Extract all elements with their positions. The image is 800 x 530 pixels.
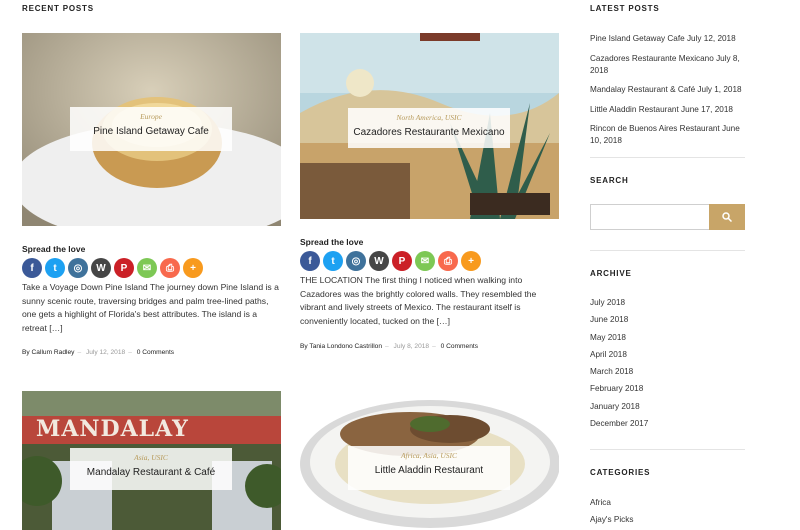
post-1-author[interactable]: Callum Radley xyxy=(32,349,75,356)
post-1-date: July 12, 2018 xyxy=(85,349,126,356)
post-3-title-box: Asia, USIC Mandalay Restaurant & Café xyxy=(70,448,232,490)
post-3-sign-text: MANDALAY xyxy=(36,416,189,442)
print-icon[interactable]: ⎙ xyxy=(160,258,180,278)
post-1-comments[interactable]: 0 Comments xyxy=(137,349,174,356)
post-2-image[interactable]: North America, USIC Cazadores Restaurant… xyxy=(300,33,559,219)
post-2-title[interactable]: Cazadores Restaurante Mexicano xyxy=(348,127,510,138)
post-2-author[interactable]: Tania Londono Castrillon xyxy=(309,343,382,350)
print-icon[interactable]: ⎙ xyxy=(438,251,458,271)
post-3-title[interactable]: Mandalay Restaurant & Café xyxy=(70,467,232,478)
archive-link[interactable]: March 2018 xyxy=(590,367,633,376)
latest-post-title[interactable]: Cazadores Restaurante Mexicano xyxy=(590,54,714,63)
post-2-meta: By Tania Londono Castrillon – July 8, 201… xyxy=(300,343,478,350)
latest-post-item[interactable]: Rincon de Buenos Aires Restaurant June 1… xyxy=(590,123,750,147)
post-2-comments[interactable]: 0 Comments xyxy=(441,343,478,350)
search-button[interactable] xyxy=(709,204,745,230)
by-label: By xyxy=(22,349,30,356)
post-2-share-row: f t ◎ W P ✉ ⎙ + xyxy=(300,251,481,271)
archive-link[interactable]: January 2018 xyxy=(590,402,640,411)
latest-posts-heading: LATEST POSTS xyxy=(590,4,660,13)
archive-link[interactable]: June 2018 xyxy=(590,315,628,324)
latest-post-item[interactable]: Cazadores Restaurante Mexicano July 8, 2… xyxy=(590,53,750,77)
post-2-excerpt: THE LOCATION The first thing I noticed w… xyxy=(300,275,537,326)
post-4-title-box: Africa, Asia, USIC Little Aladdin Restau… xyxy=(348,446,510,490)
twitter-icon[interactable]: t xyxy=(45,258,65,278)
latest-post-title[interactable]: Little Aladdin Restaurant xyxy=(590,105,679,114)
more-icon[interactable]: + xyxy=(183,258,203,278)
search-input[interactable] xyxy=(590,204,710,230)
by-label: By xyxy=(300,343,308,350)
sidebar-divider xyxy=(590,157,745,158)
post-1-spread-label: Spread the love xyxy=(22,244,86,254)
post-1-excerpt: Take a Voyage Down Pine Island The journ… xyxy=(22,282,279,333)
latest-post-date: June 17, 2018 xyxy=(681,105,733,114)
archive-link[interactable]: April 2018 xyxy=(590,350,627,359)
post-1-image[interactable]: Europe Pine Island Getaway Cafe xyxy=(22,33,281,226)
latest-post-item[interactable]: Little Aladdin Restaurant June 17, 2018 xyxy=(590,104,750,116)
latest-post-item[interactable]: Mandalay Restaurant & Café July 1, 2018 xyxy=(590,84,750,96)
latest-posts-list: Pine Island Getaway Cafe July 12, 2018 C… xyxy=(590,33,750,147)
more-icon[interactable]: + xyxy=(461,251,481,271)
post-1-title-box: Europe Pine Island Getaway Cafe xyxy=(70,107,232,151)
twitter-icon[interactable]: t xyxy=(323,251,343,271)
archive-link[interactable]: May 2018 xyxy=(590,333,626,342)
pinterest-icon[interactable]: P xyxy=(392,251,412,271)
email-icon[interactable]: ✉ xyxy=(415,251,435,271)
wordpress-icon[interactable]: W xyxy=(91,258,111,278)
archive-heading: ARCHIVE xyxy=(590,269,632,278)
sidebar-divider xyxy=(590,250,745,251)
post-2-title-box: North America, USIC Cazadores Restaurant… xyxy=(348,108,510,148)
post-4-title[interactable]: Little Aladdin Restaurant xyxy=(348,465,510,476)
email-icon[interactable]: ✉ xyxy=(137,258,157,278)
latest-post-date: July 1, 2018 xyxy=(697,85,742,94)
latest-post-item[interactable]: Pine Island Getaway Cafe July 12, 2018 xyxy=(590,33,750,45)
search-icon xyxy=(722,212,732,222)
post-4-image[interactable]: Africa, Asia, USIC Little Aladdin Restau… xyxy=(300,394,559,530)
post-2-spread-label: Spread the love xyxy=(300,237,364,247)
facebook-icon[interactable]: f xyxy=(300,251,320,271)
wordpress-icon[interactable]: W xyxy=(369,251,389,271)
sidebar-divider xyxy=(590,449,745,450)
post-2-date: July 8, 2018 xyxy=(393,343,430,350)
category-link[interactable]: Ajay's Picks xyxy=(590,515,633,524)
post-1-title[interactable]: Pine Island Getaway Cafe xyxy=(70,126,232,137)
post-2-category[interactable]: North America, USIC xyxy=(348,113,510,122)
latest-post-title[interactable]: Rincon de Buenos Aires Restaurant xyxy=(590,124,720,133)
search-heading: SEARCH xyxy=(590,176,629,185)
post-1-share-row: f t ◎ W P ✉ ⎙ + xyxy=(22,258,203,278)
archive-link[interactable]: February 2018 xyxy=(590,384,643,393)
post-1-meta: By Callum Radley – July 12, 2018– 0 Comme… xyxy=(22,349,175,356)
post-4-category[interactable]: Africa, Asia, USIC xyxy=(348,451,510,460)
instagram-icon[interactable]: ◎ xyxy=(346,251,366,271)
latest-post-date: July 12, 2018 xyxy=(686,34,736,43)
latest-post-title[interactable]: Mandalay Restaurant & Café xyxy=(590,85,695,94)
post-1-category[interactable]: Europe xyxy=(70,112,232,121)
instagram-icon[interactable]: ◎ xyxy=(68,258,88,278)
facebook-icon[interactable]: f xyxy=(22,258,42,278)
archive-link[interactable]: December 2017 xyxy=(590,419,648,428)
post-3-image[interactable]: MANDALAY Asia, USIC Mandalay Restaurant … xyxy=(22,391,281,530)
latest-post-title[interactable]: Pine Island Getaway Cafe xyxy=(590,34,685,43)
category-link[interactable]: Africa xyxy=(590,498,611,507)
post-3-category[interactable]: Asia, USIC xyxy=(70,453,232,462)
archive-link[interactable]: July 2018 xyxy=(590,298,625,307)
recent-posts-heading: RECENT POSTS xyxy=(22,4,94,13)
categories-heading: CATEGORIES xyxy=(590,468,651,477)
pinterest-icon[interactable]: P xyxy=(114,258,134,278)
